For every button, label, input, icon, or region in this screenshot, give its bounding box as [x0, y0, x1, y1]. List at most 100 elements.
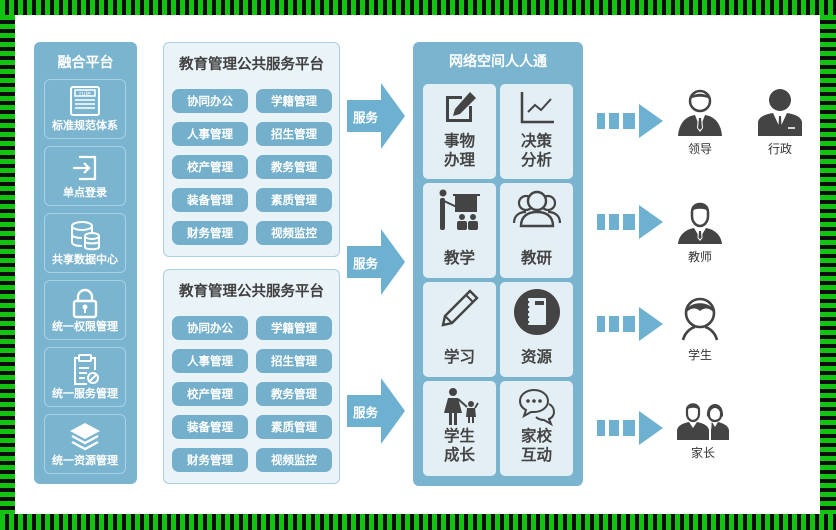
fusion-item-label: 标准规范体系: [52, 119, 118, 132]
fusion-item-services: 统一服务管理: [44, 347, 126, 407]
edu-platform-box-2: 教育管理公共服务平台 协同办公 学籍管理 人事管理 招生管理 校产管理 教务管理…: [163, 269, 340, 484]
tile-label: 学习: [443, 348, 475, 366]
dashed-arrow-icon: [597, 205, 663, 239]
pencil-icon: [440, 289, 479, 327]
fusion-item-standards: rule 标准规范体系: [44, 79, 126, 139]
edu-platform-title: 教育管理公共服务平台: [179, 284, 324, 300]
user-parents: 家长: [675, 400, 731, 461]
module-pill: 教务管理: [256, 155, 332, 179]
module-pill: 财务管理: [172, 448, 248, 472]
tile-resources[interactable]: 资源: [500, 282, 573, 377]
edu-platform-box-1: 教育管理公共服务平台 协同办公 学籍管理 人事管理 招生管理 校产管理 教务管理…: [163, 42, 340, 257]
module-pill: 素质管理: [256, 188, 332, 212]
user-admin: 行政: [755, 88, 805, 157]
network-space-title: 网络空间人人通: [449, 54, 547, 70]
tile-label: 资源: [520, 348, 552, 366]
module-pill: 协同办公: [172, 316, 248, 340]
module-pill: 装备管理: [172, 188, 248, 212]
dashed-arrow-1: [597, 104, 663, 138]
user-label: 行政: [767, 142, 792, 156]
module-pill: 招生管理: [256, 349, 332, 373]
service-arrow-2: 服务: [347, 229, 405, 295]
dashed-arrow-3: [597, 307, 663, 341]
dashed-arrow-2: [597, 205, 663, 239]
login-icon: [73, 155, 97, 181]
clipboard-icon: [74, 354, 99, 385]
fusion-item-resources: 统一资源管理: [44, 414, 126, 474]
dashed-arrow-icon: [597, 104, 663, 138]
admin-icon: [758, 89, 802, 136]
network-space-panel: 网络空间人人通 事物 办理 决策 分析 教学 教研 学习 资源 学生 成长 家校…: [413, 42, 583, 486]
service-arrow-1: 服务: [347, 83, 405, 149]
fusion-item-label: 共享数据中心: [52, 253, 118, 266]
tile-teaching[interactable]: 教学: [423, 183, 496, 278]
parent-child-icon: [443, 388, 479, 425]
student-icon: [681, 297, 719, 341]
module-pill: 装备管理: [172, 415, 248, 439]
line-chart-icon: [520, 92, 554, 124]
module-pill: 学籍管理: [256, 316, 332, 340]
fusion-item-label: 统一资源管理: [52, 454, 118, 467]
user-student: 学生: [675, 296, 725, 363]
module-pill: 人事管理: [172, 349, 248, 373]
fusion-platform-title: 融合平台: [57, 55, 114, 71]
tile-home-school[interactable]: 家校 互动: [500, 381, 573, 476]
edit-icon: [445, 92, 476, 122]
fusion-item-label: 统一服务管理: [52, 387, 118, 400]
teacher-icon: [678, 202, 722, 244]
striped-frame-left: [0, 15, 16, 514]
tile-learning[interactable]: 学习: [423, 282, 496, 377]
user-teacher: 教师: [675, 198, 725, 265]
module-pill: 视频监控: [256, 221, 332, 245]
module-pill: 教务管理: [256, 382, 332, 406]
layers-icon: [70, 423, 100, 451]
dashed-arrow-icon: [597, 307, 663, 341]
rule-document-icon: rule: [70, 86, 100, 116]
group-icon: [512, 190, 561, 228]
service-arrow-3: 服务: [347, 378, 405, 444]
dashed-arrow-icon: [597, 411, 663, 445]
user-label: 教师: [687, 250, 712, 264]
edu-platform-title: 教育管理公共服务平台: [179, 57, 324, 73]
fusion-item-permissions: 统一权限管理: [44, 280, 126, 340]
service-arrow-label: 服务: [353, 256, 379, 271]
leader-icon: [678, 89, 722, 136]
tile-decision[interactable]: 决策 分析: [500, 84, 573, 179]
tile-label: 决策 分析: [520, 132, 552, 169]
tile-affairs[interactable]: 事物 办理: [423, 84, 496, 179]
tile-label: 教研: [520, 249, 552, 267]
parents-icon: [677, 403, 729, 440]
lock-icon: [72, 288, 98, 319]
fusion-item-sso: 单点登录: [44, 146, 126, 206]
module-pill: 素质管理: [256, 415, 332, 439]
tile-label: 学生 成长: [443, 427, 475, 464]
notebook-icon: [513, 289, 560, 335]
striped-frame-right: [820, 15, 836, 514]
chat-icon: [518, 388, 555, 427]
user-leader: 领导: [675, 88, 725, 157]
diagram-canvas: 融合平台 rule 标准规范体系 单点登录 共享数据中心 统一权限管理 统一服务…: [15, 15, 820, 514]
module-pill: 财务管理: [172, 221, 248, 245]
fusion-item-label: 统一权限管理: [52, 320, 118, 333]
module-pill: 校产管理: [172, 382, 248, 406]
module-pill: 招生管理: [256, 122, 332, 146]
module-pill: 校产管理: [172, 155, 248, 179]
fusion-item-shared-data: 共享数据中心: [44, 213, 126, 273]
service-arrow-label: 服务: [353, 405, 379, 420]
user-label: 家长: [690, 446, 715, 460]
tile-growth[interactable]: 学生 成长: [423, 381, 496, 476]
tile-label: 事物 办理: [443, 132, 475, 169]
fusion-platform-panel: 融合平台 rule 标准规范体系 单点登录 共享数据中心 统一权限管理 统一服务…: [34, 42, 137, 484]
module-pill: 视频监控: [256, 448, 332, 472]
module-pill: 人事管理: [172, 122, 248, 146]
tile-label: 教学: [443, 249, 475, 267]
module-pill: 协同办公: [172, 89, 248, 113]
user-label: 学生: [687, 348, 712, 362]
tile-label: 家校 互动: [520, 427, 552, 464]
module-pill: 学籍管理: [256, 89, 332, 113]
dashed-arrow-4: [597, 411, 663, 445]
database-icon: [71, 221, 100, 251]
tile-research[interactable]: 教研: [500, 183, 573, 278]
svg-text:rule: rule: [79, 91, 91, 98]
service-arrow-label: 服务: [353, 110, 379, 125]
